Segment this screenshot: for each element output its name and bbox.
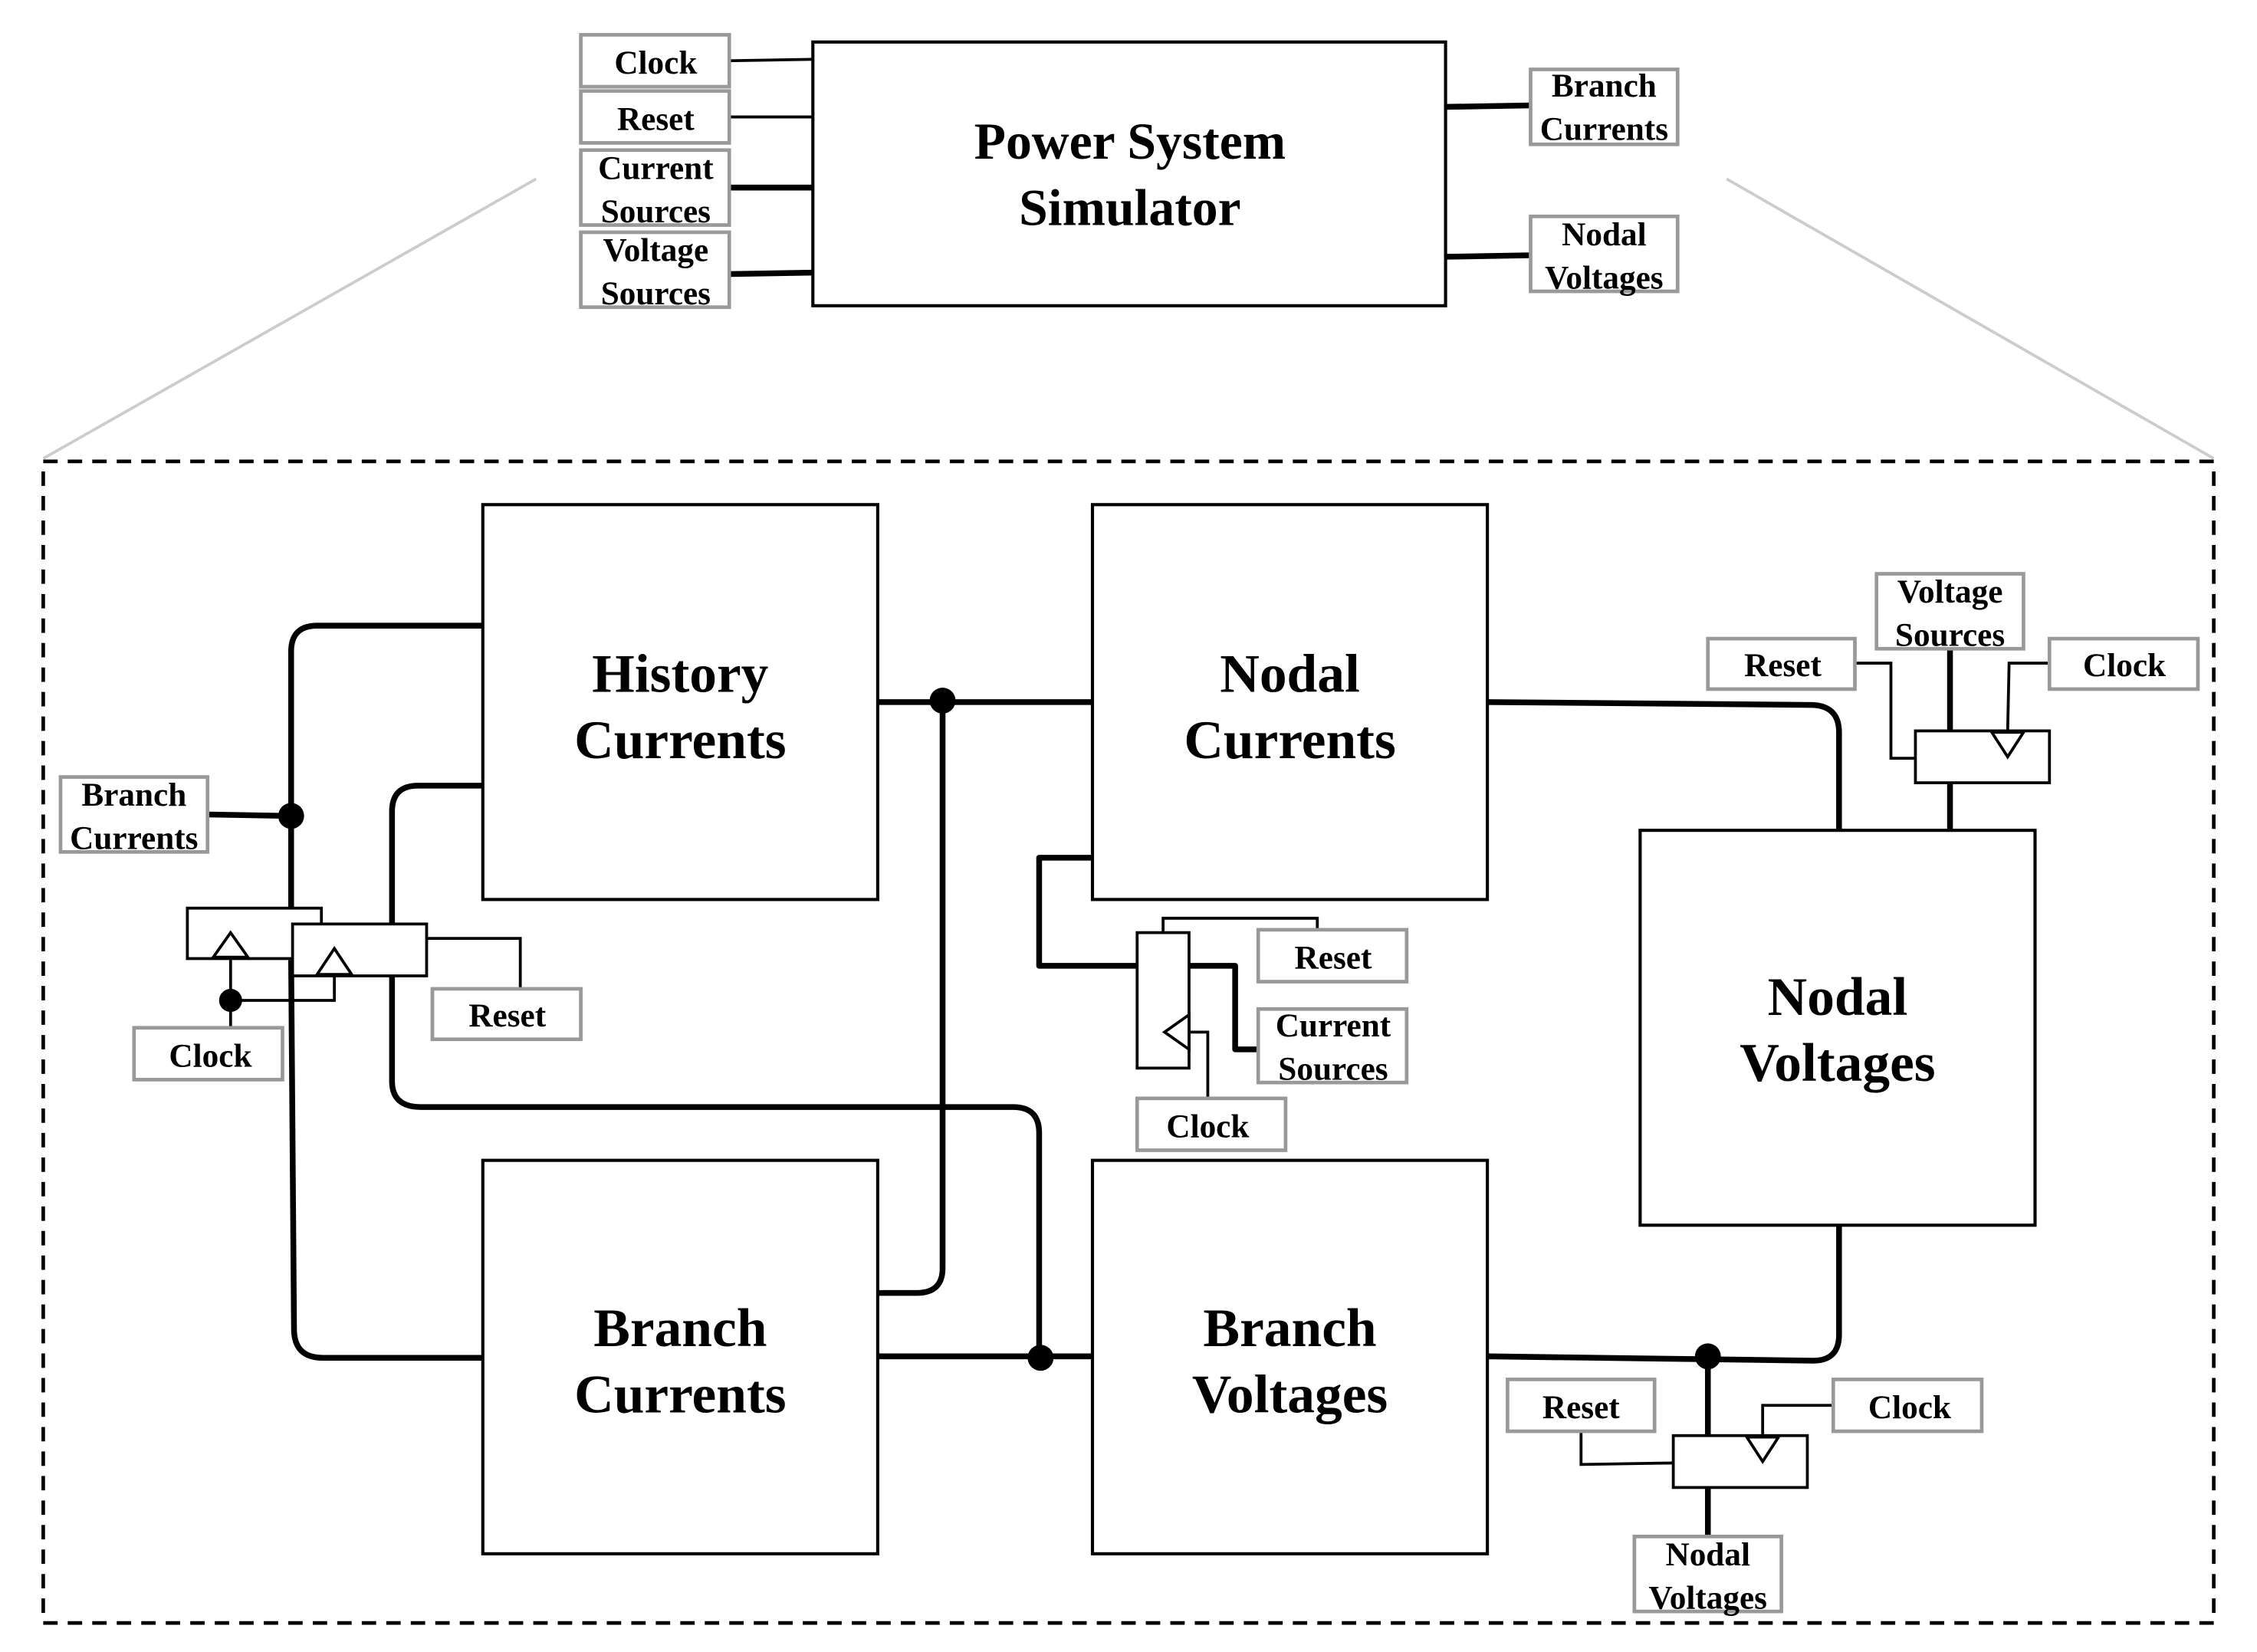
svg-text:Voltage: Voltage: [1897, 573, 2003, 610]
svg-text:Sources: Sources: [601, 275, 711, 312]
svg-text:Branch: Branch: [593, 1298, 767, 1358]
svg-text:Clock: Clock: [1868, 1389, 1951, 1426]
junction-dot: [218, 988, 242, 1013]
tag-left-clock: Clock: [132, 1026, 284, 1082]
register-right-bottom: [1671, 1434, 1809, 1489]
tag-right-top-clock: Clock: [2047, 636, 2200, 691]
svg-text:Nodal: Nodal: [1220, 644, 1360, 704]
svg-text:Branch: Branch: [1552, 67, 1657, 104]
svg-text:Current: Current: [1276, 1007, 1391, 1044]
input-tag-clock: Clock: [579, 33, 731, 89]
tag-left-branch-currents: Branch Currents: [58, 775, 210, 857]
svg-text:Reset: Reset: [1542, 1389, 1620, 1426]
svg-text:Reset: Reset: [468, 997, 546, 1034]
tag-right-bottom-nodal-voltages: Nodal Voltages: [1632, 1534, 1783, 1616]
svg-text:Voltages: Voltages: [1545, 259, 1663, 296]
block-nodal-currents: Nodal Currents: [1090, 503, 1490, 902]
block-branch-currents: Branch Currents: [481, 1158, 879, 1555]
svg-text:Current: Current: [598, 149, 714, 186]
svg-text:Nodal: Nodal: [1665, 1536, 1749, 1573]
power-system-diagram: Power System Simulator Clock Reset Curre…: [41, 33, 2216, 1625]
svg-text:History: History: [592, 644, 768, 704]
svg-text:Currents: Currents: [574, 710, 786, 770]
register-right-top: [1914, 729, 2052, 784]
register-left-b: [291, 922, 429, 977]
simulator-title-line2: Simulator: [1019, 179, 1240, 237]
output-tag-branch-currents: Branch Currents: [1529, 67, 1680, 148]
svg-text:Currents: Currents: [574, 1365, 786, 1425]
junction-dot: [278, 803, 304, 829]
simulator-title-line1: Power System: [974, 113, 1286, 170]
svg-text:Sources: Sources: [1895, 617, 2005, 654]
svg-text:Reset: Reset: [1295, 940, 1372, 977]
svg-text:Currents: Currents: [1184, 710, 1395, 770]
block-nodal-voltages: Nodal Voltages: [1638, 829, 2037, 1227]
zoom-line-left: [42, 177, 537, 460]
svg-text:Reset: Reset: [1744, 647, 1822, 684]
svg-text:Branch: Branch: [1203, 1298, 1376, 1358]
svg-text:Sources: Sources: [601, 193, 711, 230]
svg-text:Voltages: Voltages: [1740, 1033, 1935, 1093]
junction-dot: [929, 688, 956, 714]
svg-text:Sources: Sources: [1278, 1050, 1388, 1087]
svg-text:Currents: Currents: [1540, 111, 1668, 148]
output-tag-nodal-voltages: Nodal Voltages: [1529, 214, 1680, 296]
simulator-block: [811, 40, 1447, 307]
input-tag-voltage-sources: Voltage Sources: [579, 230, 731, 312]
input-tag-current-sources: Current Sources: [579, 148, 731, 230]
zoom-line-right: [1726, 177, 2215, 460]
input-tag-reset: Reset: [579, 89, 731, 145]
svg-text:Nodal: Nodal: [1562, 216, 1646, 253]
junction-dot: [1694, 1343, 1721, 1370]
svg-text:Voltages: Voltages: [1192, 1365, 1388, 1425]
svg-text:Voltages: Voltages: [1648, 1579, 1766, 1616]
tag-right-top-reset: Reset: [1706, 636, 1857, 691]
svg-text:Branch: Branch: [81, 777, 186, 813]
svg-text:Nodal: Nodal: [1768, 967, 1908, 1027]
block-history-currents: History Currents: [481, 503, 879, 902]
svg-text:Reset: Reset: [617, 100, 695, 137]
tag-mid-clock: Clock: [1135, 1096, 1288, 1152]
junction-dot: [1027, 1345, 1054, 1371]
tag-left-reset: Reset: [430, 987, 583, 1042]
block-branch-voltages: Branch Voltages: [1090, 1158, 1490, 1555]
svg-text:Clock: Clock: [169, 1037, 251, 1074]
svg-text:Voltage: Voltage: [603, 232, 709, 269]
simulator-overview: Power System Simulator Clock Reset Curre…: [579, 33, 1680, 312]
tag-right-top-voltage-sources: Voltage Sources: [1874, 572, 2025, 654]
tag-mid-reset: Reset: [1256, 928, 1409, 984]
tag-right-bottom-clock: Clock: [1831, 1378, 1984, 1434]
register-mid: [1135, 931, 1191, 1070]
tag-mid-current-sources: Current Sources: [1256, 1007, 1409, 1087]
svg-text:Clock: Clock: [1166, 1108, 1249, 1145]
tag-right-bottom-reset: Reset: [1506, 1378, 1657, 1434]
svg-text:Currents: Currents: [70, 820, 198, 857]
svg-text:Clock: Clock: [614, 44, 697, 81]
svg-text:Clock: Clock: [2083, 647, 2166, 684]
